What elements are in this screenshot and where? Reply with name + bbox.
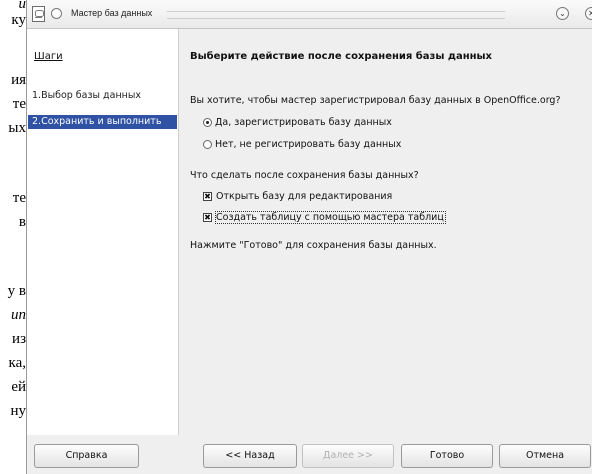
bg-text-line: ип bbox=[11, 307, 26, 323]
bg-text-line: ку bbox=[11, 12, 26, 28]
bg-text-line: из bbox=[12, 331, 26, 347]
app-icon bbox=[32, 6, 45, 22]
radio-selected-icon[interactable] bbox=[203, 117, 212, 127]
page-title: Выберите действие после сохранения базы … bbox=[190, 51, 493, 62]
bg-text-line: ей bbox=[11, 379, 26, 395]
open-for-edit-checkbox[interactable]: ✖ Открыть базу для редактирования bbox=[203, 189, 392, 203]
database-wizard-dialog: Мастер баз данных ⌄ ✕ Шаги 1.Выбор базы … bbox=[26, 0, 592, 474]
steps-panel: Шаги 1.Выбор базы данных 2.Сохранить и в… bbox=[27, 29, 179, 435]
close-icon[interactable]: ✕ bbox=[585, 7, 592, 20]
bg-text-line: у в bbox=[7, 283, 26, 299]
steps-heading: Шаги bbox=[34, 51, 63, 62]
open-for-edit-label: Открыть базу для редактирования bbox=[216, 190, 393, 202]
window-title: Мастер баз данных bbox=[71, 8, 153, 18]
bg-text-line: те bbox=[12, 190, 26, 206]
next-button[interactable]: Далее >> bbox=[302, 444, 394, 468]
bg-text-line: ия bbox=[11, 72, 26, 88]
title-grip bbox=[167, 11, 505, 19]
register-yes-radio[interactable]: Да, зарегистрировать базу данных bbox=[203, 115, 392, 129]
background-document: и ку ия те ых те в у в ип из ка, ей ну bbox=[0, 0, 26, 474]
window-menu-icon[interactable] bbox=[51, 8, 62, 19]
create-table-label: Создать таблицу с помощью мастера таблиц bbox=[215, 210, 446, 224]
step-save-and-proceed[interactable]: 2.Сохранить и выполнить bbox=[28, 115, 177, 129]
bg-text-line: в bbox=[18, 214, 26, 230]
create-table-checkbox[interactable]: ✖ Создать таблицу с помощью мастера табл… bbox=[203, 210, 446, 224]
bg-text-line: те bbox=[12, 96, 26, 112]
main-content: Выберите действие после сохранения базы … bbox=[190, 29, 590, 435]
register-no-label: Нет, не регистрировать базу данных bbox=[215, 138, 402, 150]
register-yes-label: Да, зарегистрировать базу данных bbox=[215, 116, 392, 128]
cancel-button[interactable]: Отмена bbox=[499, 444, 591, 468]
after-save-question: Что сделать после сохранения базы данных… bbox=[190, 170, 419, 181]
register-no-radio[interactable]: Нет, не регистрировать базу данных bbox=[203, 137, 401, 151]
help-button[interactable]: Справка bbox=[34, 444, 139, 468]
title-bar[interactable]: Мастер баз данных ⌄ ✕ bbox=[27, 0, 592, 29]
bg-text-line: ых bbox=[8, 120, 26, 136]
window-menu-down-icon[interactable]: ⌄ bbox=[556, 7, 569, 20]
checkbox-checked-icon[interactable]: ✖ bbox=[203, 191, 212, 201]
bg-text-line: ка, bbox=[8, 355, 26, 371]
bg-text-line: ну bbox=[10, 403, 26, 419]
finish-button[interactable]: Готово bbox=[401, 444, 493, 468]
register-question: Вы хотите, чтобы мастер зарегистрировал … bbox=[190, 95, 561, 106]
radio-empty-icon[interactable] bbox=[203, 139, 212, 149]
finish-hint: Нажмите "Готово" для сохранения базы дан… bbox=[190, 240, 437, 251]
checkbox-checked-icon[interactable]: ✖ bbox=[203, 212, 212, 222]
step-select-database[interactable]: 1.Выбор базы данных bbox=[28, 89, 177, 103]
back-button[interactable]: << Назад bbox=[203, 444, 297, 468]
